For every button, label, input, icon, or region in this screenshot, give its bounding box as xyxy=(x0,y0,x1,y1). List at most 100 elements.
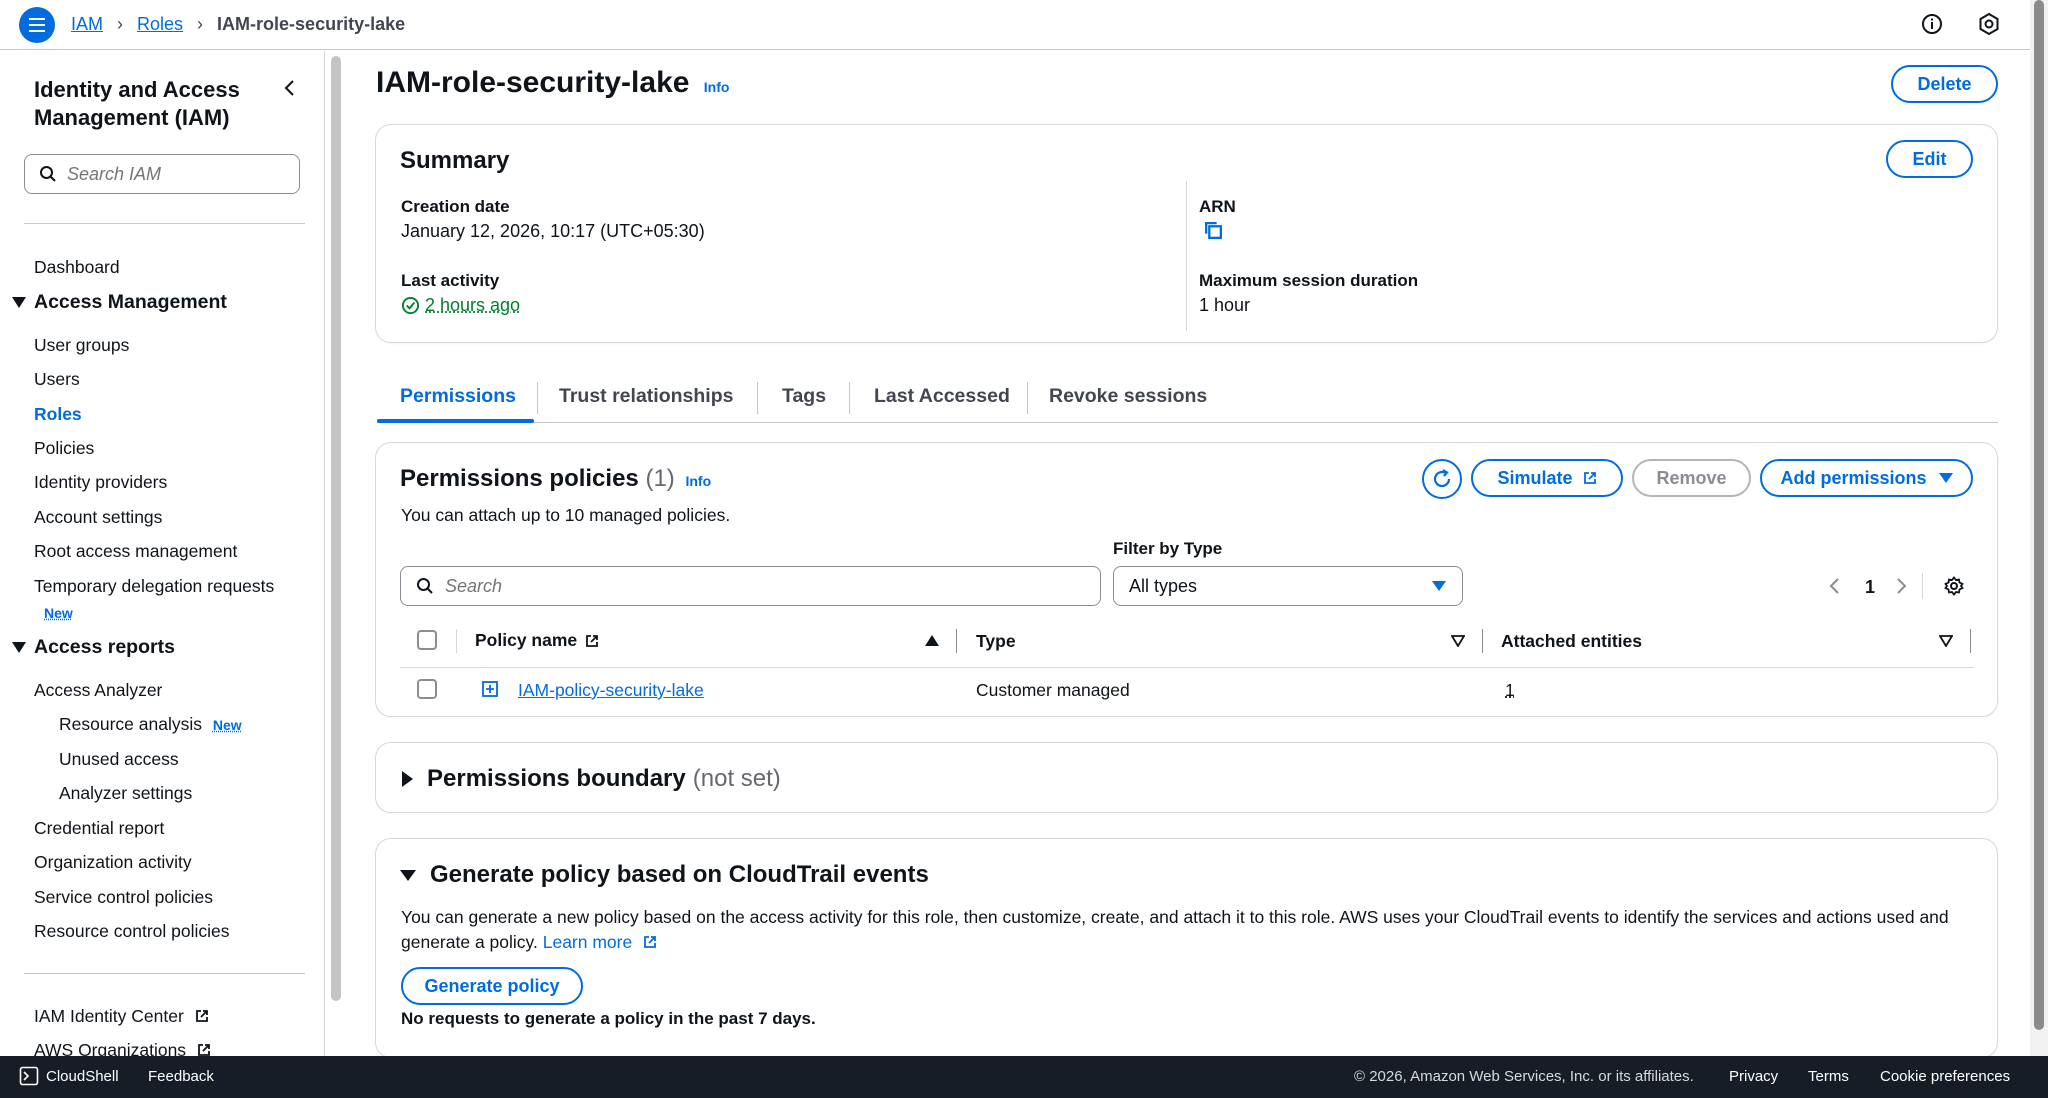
policy-search-input[interactable] xyxy=(445,575,1045,597)
column-header-policy-name[interactable]: Policy name xyxy=(475,630,599,651)
scrollbar-thumb[interactable] xyxy=(2034,0,2044,1030)
sidebar-item-dashboard[interactable]: Dashboard xyxy=(34,257,120,278)
simulate-button[interactable]: Simulate xyxy=(1471,459,1623,497)
policy-search[interactable] xyxy=(400,566,1101,606)
tab-last-accessed[interactable]: Last Accessed xyxy=(874,385,1010,408)
link-label: AWS Organizations xyxy=(34,1040,187,1056)
info-link[interactable]: Info xyxy=(685,473,711,489)
generate-policy-button[interactable]: Generate policy xyxy=(401,967,583,1005)
description-line-2: generate a policy. xyxy=(401,932,538,952)
privacy-link[interactable]: Privacy xyxy=(1729,1068,1778,1085)
remove-button[interactable]: Remove xyxy=(1632,459,1751,497)
permissions-boundary-header[interactable]: Permissions boundary (not set) xyxy=(402,765,781,793)
column-divider[interactable] xyxy=(1482,629,1483,653)
chevron-right-icon: › xyxy=(117,14,124,34)
tab-tags[interactable]: Tags xyxy=(782,385,826,408)
boundary-heading: Permissions boundary xyxy=(427,765,686,792)
max-session-label: Maximum session duration xyxy=(1199,271,1419,290)
boundary-status: (not set) xyxy=(692,765,781,792)
sidebar-item-root-access-management[interactable]: Root access management xyxy=(34,541,237,562)
add-permissions-label: Add permissions xyxy=(1780,467,1927,488)
sidebar-item-access-analyzer[interactable]: Access Analyzer xyxy=(34,680,162,701)
breadcrumb-iam[interactable]: IAM xyxy=(71,14,103,35)
column-header-attached-entities[interactable]: Attached entities xyxy=(1501,631,1642,652)
sidebar-item-resource-control-policies[interactable]: Resource control policies xyxy=(34,921,230,942)
summary-card: Summary Edit Creation date January 12, 2… xyxy=(375,124,1998,343)
sidebar-section-access-management[interactable]: Access Management xyxy=(12,291,227,314)
learn-more-link[interactable]: Learn more xyxy=(543,932,633,952)
sort-icon[interactable] xyxy=(1939,635,1953,647)
section-label: Access reports xyxy=(34,636,175,658)
sidebar-item-organization-activity[interactable]: Organization activity xyxy=(34,852,192,873)
next-page-icon[interactable] xyxy=(1894,577,1908,595)
search-icon xyxy=(40,166,56,182)
menu-icon[interactable] xyxy=(19,7,55,43)
new-badge: New xyxy=(44,602,73,623)
tab-revoke-sessions[interactable]: Revoke sessions xyxy=(1049,385,1207,408)
attached-entities-count[interactable]: 1 xyxy=(1505,680,1515,701)
generate-policy-header[interactable]: Generate policy based on CloudTrail even… xyxy=(400,861,929,889)
sort-icon[interactable] xyxy=(1451,635,1465,647)
active-tab-indicator xyxy=(377,419,534,423)
add-permissions-button[interactable]: Add permissions xyxy=(1760,459,1973,497)
breadcrumb-roles[interactable]: Roles xyxy=(137,14,183,35)
settings-icon[interactable] xyxy=(1977,12,2001,36)
previous-page-icon[interactable] xyxy=(1828,577,1842,595)
sidebar-item-credential-report[interactable]: Credential report xyxy=(34,818,164,839)
policy-name-link[interactable]: IAM-policy-security-lake xyxy=(518,680,704,701)
terms-link[interactable]: Terms xyxy=(1808,1068,1849,1085)
sidebar-item-service-control-policies[interactable]: Service control policies xyxy=(34,887,213,908)
sidebar-item-users[interactable]: Users xyxy=(34,369,80,390)
sidebar-search[interactable] xyxy=(24,154,300,194)
last-activity-text[interactable]: 2 hours ago xyxy=(425,295,520,316)
sidebar-item-account-settings[interactable]: Account settings xyxy=(34,507,162,528)
tab-permissions[interactable]: Permissions xyxy=(400,385,516,408)
column-divider xyxy=(1970,629,1971,653)
gear-icon[interactable] xyxy=(1944,576,1964,596)
sidebar-search-input[interactable] xyxy=(67,163,287,185)
sidebar-link-iam-identity-center[interactable]: IAM Identity Center xyxy=(34,1006,209,1027)
sidebar-item-analyzer-settings[interactable]: Analyzer settings xyxy=(59,783,192,804)
info-link[interactable]: Info xyxy=(704,79,730,95)
sidebar-link-aws-organizations[interactable]: AWS Organizations xyxy=(34,1040,211,1056)
sidebar-section-access-reports[interactable]: Access reports xyxy=(12,636,175,659)
sort-ascending-icon[interactable] xyxy=(925,635,939,646)
sidebar-item-roles[interactable]: Roles xyxy=(34,404,82,425)
role-tabs: Permissions Trust relationships Tags Las… xyxy=(377,372,1998,423)
sidebar-item-identity-providers[interactable]: Identity providers xyxy=(34,472,167,493)
tab-trust-relationships[interactable]: Trust relationships xyxy=(559,385,733,408)
column-header-type[interactable]: Type xyxy=(976,631,1016,652)
expand-row-icon[interactable] xyxy=(481,680,499,698)
column-divider xyxy=(1186,181,1187,331)
permissions-description: You can attach up to 10 managed policies… xyxy=(401,505,731,525)
generate-policy-card: Generate policy based on CloudTrail even… xyxy=(375,838,1998,1058)
sidebar-item-user-groups[interactable]: User groups xyxy=(34,335,129,356)
collapse-sidebar-icon[interactable] xyxy=(280,78,300,98)
copy-icon[interactable] xyxy=(1203,220,1224,241)
row-checkbox[interactable] xyxy=(417,679,437,699)
top-navigation: IAM › Roles › IAM-role-security-lake xyxy=(0,0,2030,50)
external-link-icon[interactable] xyxy=(643,935,657,949)
filter-by-type-select[interactable]: All types xyxy=(1113,566,1463,606)
info-icon[interactable] xyxy=(1920,12,1944,36)
sidebar-item-resource-analysis[interactable]: Resource analysis New xyxy=(59,714,242,735)
last-activity-label: Last activity xyxy=(401,271,500,290)
delete-button[interactable]: Delete xyxy=(1891,65,1998,103)
permissions-boundary-card[interactable]: Permissions boundary (not set) xyxy=(375,742,1998,813)
link-label: IAM Identity Center xyxy=(34,1006,184,1026)
sidebar-item-temporary-delegation-requests[interactable]: Temporary delegation requests xyxy=(34,576,274,597)
feedback-link[interactable]: Feedback xyxy=(148,1068,214,1085)
new-badge-label: New xyxy=(44,605,73,621)
column-divider[interactable] xyxy=(956,629,957,653)
sidebar-item-policies[interactable]: Policies xyxy=(34,438,94,459)
cookie-preferences-link[interactable]: Cookie preferences xyxy=(1880,1068,2010,1085)
select-all-checkbox[interactable] xyxy=(417,630,437,650)
refresh-button[interactable] xyxy=(1422,459,1462,499)
sidebar-item-unused-access[interactable]: Unused access xyxy=(59,749,179,770)
main-scrollbar[interactable] xyxy=(2030,0,2048,1056)
sidebar-scrollbar[interactable] xyxy=(331,56,341,1001)
row-divider xyxy=(400,667,1974,668)
page-number[interactable]: 1 xyxy=(1865,577,1875,598)
edit-button[interactable]: Edit xyxy=(1886,140,1973,178)
cloudshell-button[interactable]: CloudShell xyxy=(19,1066,119,1086)
